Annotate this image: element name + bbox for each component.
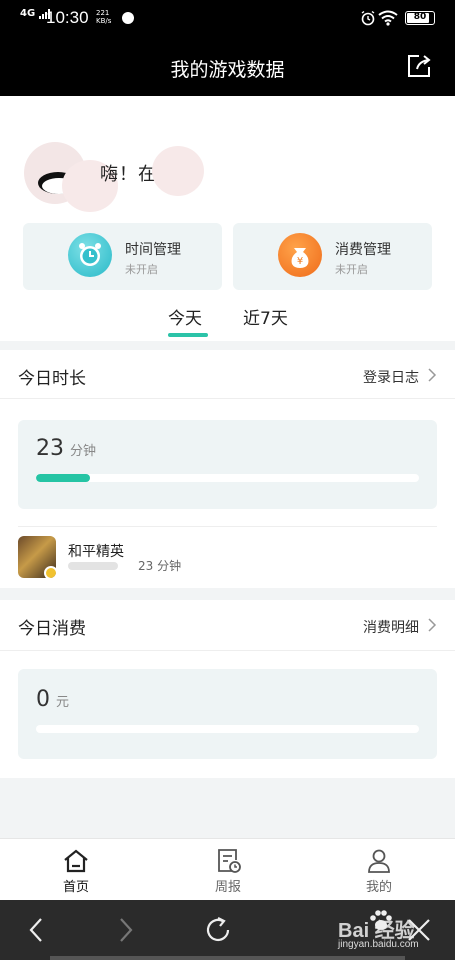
spending-management-title: 消费管理 [335, 242, 391, 258]
profile-card [0, 96, 455, 341]
spending-progress-bar [36, 725, 419, 733]
spending-stat-box: 0元 [18, 669, 437, 759]
spending-management-status: 未开启 [335, 263, 368, 276]
time-management-title: 时间管理 [125, 242, 181, 258]
refresh-icon[interactable] [203, 915, 233, 945]
status-bar: 4G 10:30 221 KB/s 80 [0, 0, 455, 36]
network-speed-value: 221 [96, 9, 110, 17]
app-bar: 我的游戏数据 [0, 36, 455, 96]
duration-progress-bar [36, 474, 419, 482]
game-time-bar [68, 562, 118, 570]
duration-value: 23 分钟 [36, 436, 96, 461]
game-icon-peace-elite[interactable] [18, 536, 56, 578]
tab-last-7-days[interactable]: 近7天 [243, 304, 288, 329]
weekly-report-icon [218, 849, 241, 873]
active-tab-indicator [168, 333, 208, 337]
watermark-url: jingyan.baidu.com [338, 939, 419, 950]
network-speed: 221 KB/s [96, 9, 111, 25]
nav-weekly-report[interactable]: 周报 [188, 839, 268, 901]
network-type: 4G [20, 8, 36, 19]
divider [0, 650, 455, 651]
duration-unit: 分钟 [70, 444, 97, 459]
wifi-icon [378, 10, 398, 26]
chevron-right-icon[interactable] [427, 368, 437, 382]
page-title: 我的游戏数据 [170, 59, 285, 81]
login-log-link[interactable]: 登录日志 [363, 367, 419, 387]
section-title: 今日时长 [18, 369, 86, 389]
spending-details-link[interactable]: 消费明细 [363, 617, 419, 637]
divider [18, 526, 437, 527]
duration-stat-box: 23 分钟 [18, 420, 437, 509]
spending-value: 0元 [36, 687, 69, 712]
game-name: 和平精英 [68, 544, 124, 560]
time-management-status: 未开启 [125, 263, 158, 276]
profile-icon [368, 849, 390, 873]
svg-text:¥: ¥ [297, 256, 303, 267]
share-icon[interactable] [405, 52, 433, 80]
chevron-right-icon[interactable] [427, 618, 437, 632]
paw-icon [370, 910, 392, 930]
alarm-clock-icon [68, 233, 112, 277]
privacy-blur [152, 146, 204, 196]
time-management-card[interactable]: 时间管理 未开启 [23, 223, 222, 290]
baidu-watermark: Bai 经验 jingyan.baidu.com [324, 908, 449, 956]
notification-app-icon [122, 12, 134, 24]
back-icon[interactable] [22, 915, 52, 945]
tab-today[interactable]: 今天 [168, 304, 202, 329]
network-speed-unit: KB/s [96, 17, 112, 25]
game-time: 23 分钟 [138, 559, 182, 573]
forward-icon[interactable] [110, 915, 140, 945]
divider [0, 398, 455, 399]
alarm-icon [361, 10, 375, 26]
bottom-navigation: 首页 周报 我的 [0, 838, 455, 900]
duration-progress-fill [36, 474, 90, 482]
battery-indicator: 80 [405, 11, 435, 25]
nav-profile[interactable]: 我的 [339, 839, 419, 901]
today-spending-section: 今日消费 消费明细 0元 [0, 600, 455, 778]
home-icon [64, 849, 88, 873]
money-bag-icon: ¥ [278, 233, 322, 277]
spending-number: 0 [36, 687, 50, 712]
gesture-bar [50, 956, 405, 960]
nav-weekly-report-label: 周报 [214, 880, 241, 895]
nav-home-label: 首页 [62, 880, 89, 895]
spending-unit: 元 [56, 695, 70, 710]
duration-number: 23 [36, 436, 64, 461]
section-title: 今日消费 [18, 619, 86, 639]
battery-level: 80 [413, 12, 427, 22]
nav-home[interactable]: 首页 [36, 839, 116, 901]
spending-management-card[interactable]: ¥ 消费管理 未开启 [233, 223, 432, 290]
clock: 10:30 [46, 8, 89, 27]
nav-profile-label: 我的 [365, 880, 392, 895]
